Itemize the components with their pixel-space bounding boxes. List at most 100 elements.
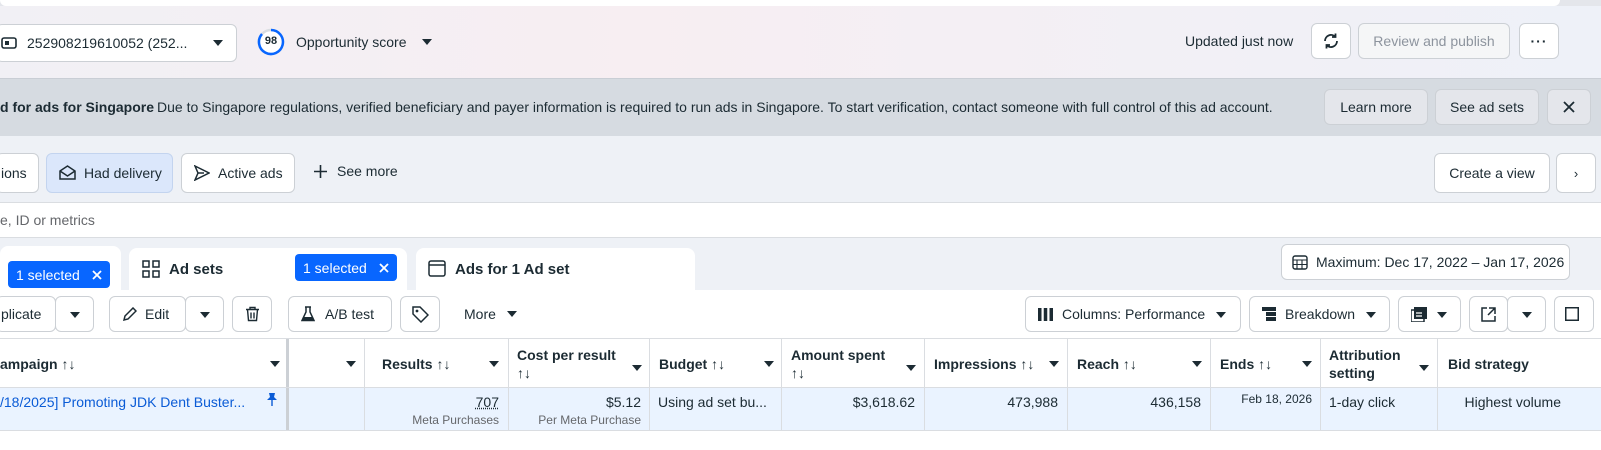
cell-impressions: 473,988 xyxy=(925,388,1068,430)
column-header-cost-per-result[interactable]: Cost per result ↑↓ xyxy=(509,339,650,388)
columns-icon xyxy=(1038,307,1053,321)
chevron-down-icon[interactable] xyxy=(1302,361,1312,367)
column-header-impressions[interactable]: Impressions ↑↓ xyxy=(925,339,1068,388)
results-value[interactable]: 707 xyxy=(365,394,499,410)
banner-title: d for ads for Singapore xyxy=(0,99,155,115)
learn-more-button[interactable]: Learn more xyxy=(1324,89,1428,125)
ad-sets-selected-chip[interactable]: 1 selected xyxy=(295,254,397,281)
chevron-down-icon[interactable] xyxy=(906,365,916,371)
account-label: 252908219610052 (252... xyxy=(27,35,188,51)
column-header-budget[interactable]: Budget ↑↓ xyxy=(650,339,782,388)
chevron-down-icon xyxy=(422,39,432,45)
search-input[interactable]: e, ID or metrics xyxy=(0,202,1601,238)
account-selector[interactable]: 252908219610052 (252... xyxy=(0,24,237,62)
column-header-attribution[interactable]: Attribution setting xyxy=(1321,339,1438,388)
column-header-bid-strategy[interactable]: Bid strategy xyxy=(1438,339,1601,388)
chevron-down-icon[interactable] xyxy=(764,361,774,367)
filter-bar: ions Had delivery Active ads See more Cr… xyxy=(0,136,1601,202)
filter-active-ads[interactable]: Active ads xyxy=(181,153,295,193)
more-actions-button[interactable]: More xyxy=(464,306,524,324)
views-menu-button[interactable]: › xyxy=(1556,153,1596,193)
pencil-icon xyxy=(122,306,137,321)
refresh-icon xyxy=(1324,33,1338,49)
columns-label: Columns: Performance xyxy=(1062,306,1206,322)
chevron-down-icon xyxy=(1522,312,1532,318)
opportunity-score[interactable]: 98 Opportunity score xyxy=(257,28,437,56)
more-dots-icon: ··· xyxy=(1530,33,1548,49)
budget-value: Using ad set bu... xyxy=(658,394,767,410)
date-range-picker[interactable]: Maximum: Dec 17, 2022 – Jan 17, 2026 xyxy=(1281,244,1570,280)
column-header-ends[interactable]: Ends ↑↓ xyxy=(1211,339,1321,388)
column-header-campaign[interactable]: ampaign ↑↓ xyxy=(0,339,289,388)
chevron-down-icon xyxy=(200,312,210,318)
cost-sub: Per Meta Purchase xyxy=(538,413,641,427)
chevron-right-icon: › xyxy=(1573,165,1579,181)
edit-button[interactable]: Edit xyxy=(109,296,186,332)
create-view-button[interactable]: Create a view xyxy=(1434,153,1550,193)
date-range-label: Maximum: Dec 17, 2022 – Jan 17, 2026 xyxy=(1316,254,1565,270)
chevron-down-icon[interactable] xyxy=(1049,361,1059,367)
extra-toolbar-button[interactable] xyxy=(1554,296,1594,332)
column-header-hidden[interactable] xyxy=(289,339,365,388)
attribution-value: 1-day click xyxy=(1329,394,1396,410)
pin-icon[interactable] xyxy=(266,392,278,406)
ab-test-button[interactable]: A/B test xyxy=(288,296,392,332)
panel-icon xyxy=(1565,307,1579,321)
ad-window-icon xyxy=(428,260,446,277)
export-dropdown[interactable] xyxy=(1507,296,1546,332)
tab-ad-sets[interactable]: Ad sets 1 selected xyxy=(129,248,407,290)
delete-button[interactable] xyxy=(232,296,272,332)
reports-button[interactable] xyxy=(1398,296,1461,332)
columns-button[interactable]: Columns: Performance xyxy=(1025,296,1241,332)
verification-banner: d for ads for Singapore Due to Singapore… xyxy=(0,78,1601,136)
see-more-button[interactable]: See more xyxy=(314,163,398,179)
column-header-amount-spent[interactable]: Amount spent ↑↓ xyxy=(782,339,925,388)
ad-sets-selected-label: 1 selected xyxy=(303,259,367,276)
filter-partial[interactable]: ions xyxy=(0,153,39,193)
bid-strategy-value: Highest volume xyxy=(1464,394,1562,410)
updated-status: Updated just now xyxy=(1185,33,1294,49)
search-placeholder: e, ID or metrics xyxy=(0,212,95,228)
close-icon[interactable] xyxy=(92,269,102,280)
close-banner-button[interactable] xyxy=(1547,89,1591,125)
breakdown-button[interactable]: Breakdown xyxy=(1249,296,1390,332)
cell-hidden xyxy=(289,388,365,430)
duplicate-dropdown[interactable] xyxy=(55,296,94,332)
close-icon xyxy=(1563,101,1575,113)
chevron-down-icon[interactable] xyxy=(632,365,642,371)
duplicate-button[interactable]: plicate xyxy=(0,296,56,332)
chevron-down-icon xyxy=(507,311,517,317)
chevron-down-icon[interactable] xyxy=(1419,365,1429,371)
tab-campaigns[interactable]: 1 selected xyxy=(0,246,121,290)
close-icon[interactable] xyxy=(379,262,389,273)
send-icon xyxy=(194,165,210,181)
column-header-results[interactable]: Results ↑↓ xyxy=(365,339,509,388)
had-delivery-label: Had delivery xyxy=(84,165,162,181)
column-header-reach[interactable]: Reach ↑↓ xyxy=(1068,339,1211,388)
refresh-button[interactable] xyxy=(1311,23,1351,59)
cell-attribution: 1-day click xyxy=(1321,388,1438,430)
export-button[interactable] xyxy=(1469,296,1508,332)
see-ad-sets-button[interactable]: See ad sets xyxy=(1435,89,1539,125)
table-row[interactable] xyxy=(0,431,1601,450)
chevron-down-icon[interactable] xyxy=(489,361,499,367)
chevron-down-icon[interactable] xyxy=(346,361,356,367)
results-sub: Meta Purchases xyxy=(412,413,499,427)
active-ads-label: Active ads xyxy=(218,165,283,181)
edit-dropdown[interactable] xyxy=(185,296,224,332)
chevron-down-icon[interactable] xyxy=(1192,361,1202,367)
review-publish-button[interactable]: Review and publish xyxy=(1358,23,1510,59)
chevron-down-icon[interactable] xyxy=(270,361,280,367)
action-toolbar: plicate Edit A/B test More Columns: Perf… xyxy=(0,290,1601,338)
campaigns-selected-chip[interactable]: 1 selected xyxy=(8,261,110,288)
cell-campaign-name[interactable]: /18/2025] Promoting JDK Dent Buster... xyxy=(0,388,289,430)
more-options-button[interactable]: ··· xyxy=(1519,23,1559,59)
tag-button[interactable] xyxy=(400,296,440,332)
tab-ads[interactable]: Ads for 1 Ad set xyxy=(416,248,695,290)
cell-amount-spent: $3,618.62 xyxy=(782,388,925,430)
filter-had-delivery[interactable]: Had delivery xyxy=(46,153,173,193)
ab-test-label: A/B test xyxy=(325,306,375,322)
budget-header-label: Budget ↑↓ xyxy=(659,355,726,372)
trash-icon xyxy=(245,306,259,322)
campaign-name-link[interactable]: /18/2025] Promoting JDK Dent Buster... xyxy=(0,394,245,410)
